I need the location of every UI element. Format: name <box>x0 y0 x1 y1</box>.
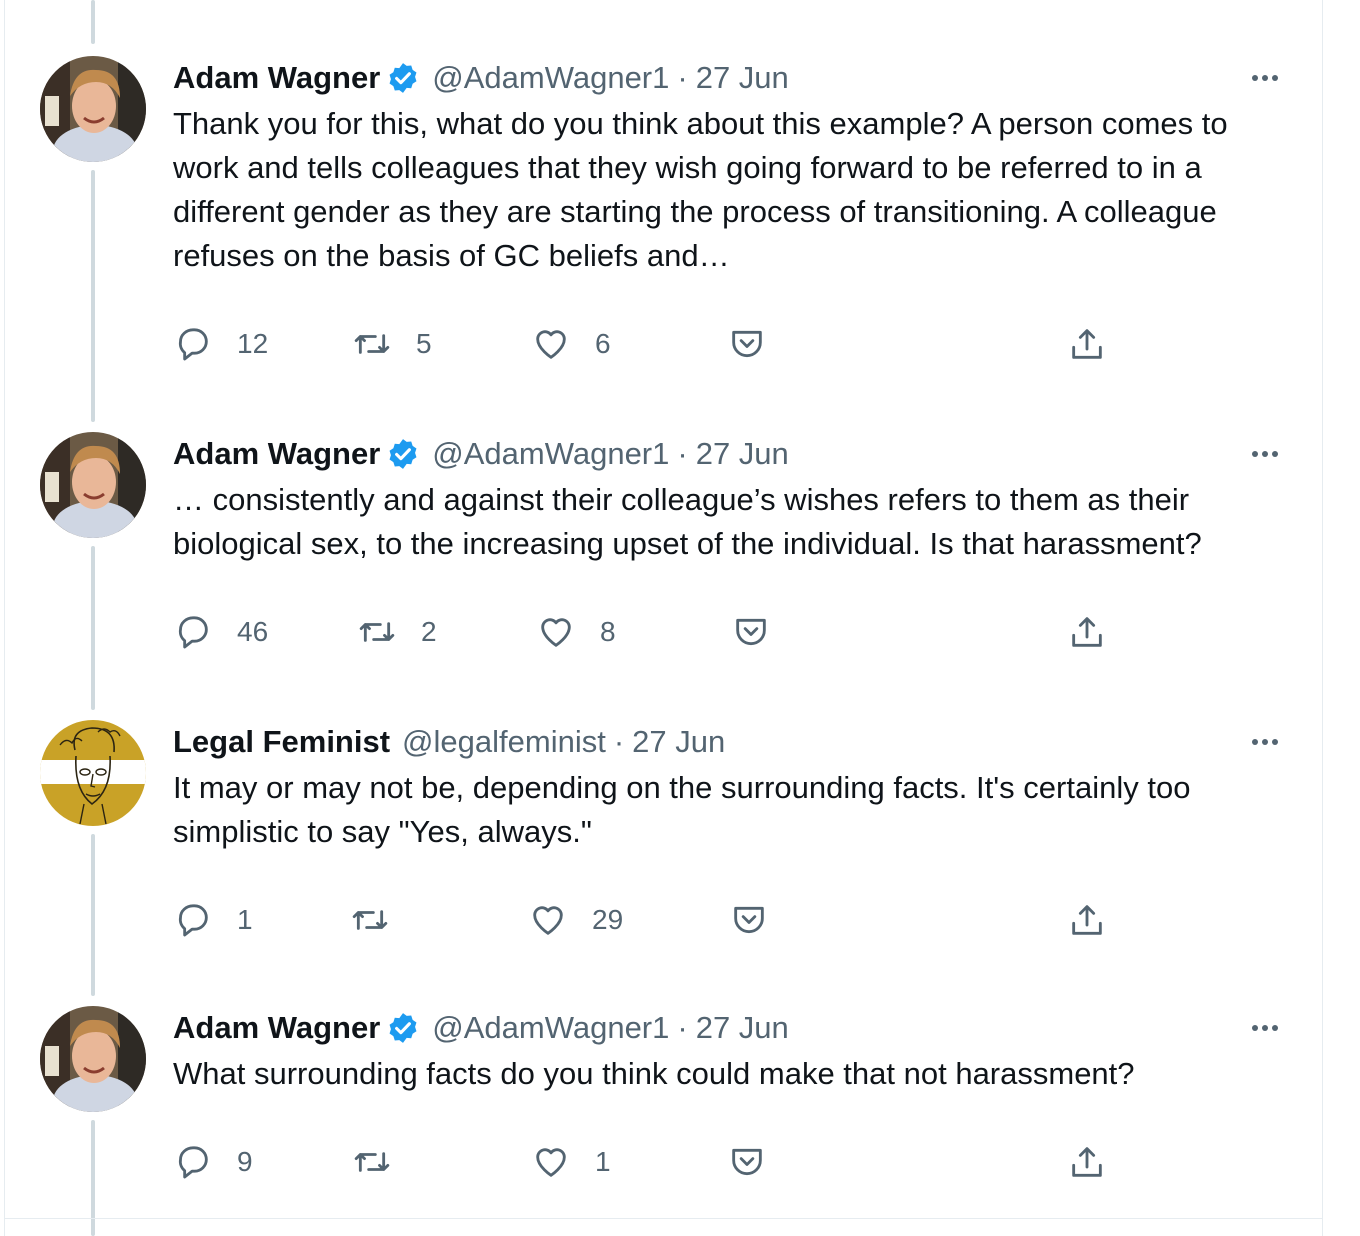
display-name[interactable]: Legal Feminist <box>173 724 390 760</box>
display-name[interactable]: Adam Wagner <box>173 1010 380 1046</box>
share-button[interactable] <box>1067 1140 1107 1184</box>
share-upload-icon <box>1067 900 1107 940</box>
timeline-divider <box>4 1218 1323 1219</box>
verified-badge-icon <box>386 1011 420 1045</box>
like-button[interactable]: 29 <box>528 898 623 942</box>
retweet-button[interactable]: 2 <box>357 610 437 654</box>
save-button[interactable] <box>729 898 769 942</box>
separator-dot: · <box>613 724 625 759</box>
retweet-icon <box>352 1142 392 1182</box>
tweet-date[interactable]: 27 Jun <box>696 1010 789 1046</box>
tweet-actions: 9 1 <box>0 1140 1322 1184</box>
reply-button[interactable]: 1 <box>173 898 253 942</box>
share-upload-icon <box>1067 324 1107 364</box>
save-button[interactable] <box>727 322 767 366</box>
save-button[interactable] <box>731 610 771 654</box>
save-button[interactable] <box>727 1140 767 1184</box>
speech-bubble-icon <box>173 1142 213 1182</box>
tweet-actions: 1 29 <box>0 898 1322 942</box>
user-handle[interactable]: @AdamWagner1 <box>432 436 669 472</box>
reply-count: 1 <box>237 904 253 935</box>
tweet-text: It may or may not be, depending on the s… <box>173 770 1191 849</box>
heart-icon <box>528 900 568 940</box>
more-dots-icon[interactable] <box>1243 64 1287 92</box>
separator-dot: · <box>677 60 688 95</box>
tweet-actions: 12 5 6 <box>0 322 1322 366</box>
pocket-save-icon <box>731 612 771 652</box>
like-button[interactable]: 6 <box>531 322 611 366</box>
tweet-date[interactable]: 27 Jun <box>696 60 789 96</box>
share-button[interactable] <box>1067 322 1107 366</box>
tweet-date[interactable]: 27 Jun <box>632 724 725 760</box>
speech-bubble-icon <box>173 900 213 940</box>
user-handle[interactable]: @legalfeminist <box>402 724 606 760</box>
timeline-border-right <box>1322 0 1323 1236</box>
like-button[interactable]: 1 <box>531 1140 611 1184</box>
retweet-button[interactable]: 5 <box>352 322 432 366</box>
tweet-text: What surrounding facts do you think coul… <box>173 1056 1135 1091</box>
pocket-save-icon <box>727 1142 767 1182</box>
share-button[interactable] <box>1067 610 1107 654</box>
avatar[interactable] <box>40 720 146 826</box>
reply-button[interactable]: 46 <box>173 610 268 654</box>
retweet-icon <box>357 612 397 652</box>
retweet-icon <box>352 324 392 364</box>
tweet-date[interactable]: 27 Jun <box>696 436 789 472</box>
more-dots-icon[interactable] <box>1243 728 1287 756</box>
tweet-header: Adam Wagner @AdamWagner1 · 27 Jun <box>173 56 789 100</box>
reply-count: 46 <box>237 616 269 647</box>
heart-icon <box>531 1142 571 1182</box>
thread-line <box>91 0 95 44</box>
like-button[interactable]: 8 <box>536 610 616 654</box>
speech-bubble-icon <box>173 324 213 364</box>
share-button[interactable] <box>1067 898 1107 942</box>
pocket-save-icon <box>729 900 769 940</box>
tweet-text: … consistently and against their colleag… <box>173 482 1202 561</box>
tweet-header: Adam Wagner @AdamWagner1 · 27 Jun <box>173 432 789 476</box>
tweet-header: Legal Feminist @legalfeminist · 27 Jun <box>173 720 725 764</box>
display-name[interactable]: Adam Wagner <box>173 60 380 96</box>
retweet-button[interactable] <box>352 1140 392 1184</box>
separator-dot: · <box>677 1010 688 1045</box>
avatar[interactable] <box>40 56 146 162</box>
tweet-text: Thank you for this, what do you think ab… <box>173 106 1228 273</box>
reply-count: 12 <box>237 328 269 359</box>
more-dots-icon[interactable] <box>1243 440 1287 468</box>
user-handle[interactable]: @AdamWagner1 <box>432 60 669 96</box>
like-count: 1 <box>595 1146 611 1177</box>
avatar[interactable] <box>40 432 146 538</box>
heart-icon <box>531 324 571 364</box>
retweet-count: 5 <box>416 328 432 359</box>
reply-count: 9 <box>237 1146 253 1177</box>
tweet-actions: 46 2 8 <box>0 610 1322 654</box>
thread-line <box>91 170 95 422</box>
retweet-count: 2 <box>421 616 437 647</box>
speech-bubble-icon <box>173 612 213 652</box>
share-upload-icon <box>1067 1142 1107 1182</box>
display-name[interactable]: Adam Wagner <box>173 436 380 472</box>
retweet-button[interactable] <box>350 898 390 942</box>
verified-badge-icon <box>386 437 420 471</box>
avatar[interactable] <box>40 1006 146 1112</box>
heart-icon <box>536 612 576 652</box>
verified-badge-icon <box>386 61 420 95</box>
retweet-icon <box>350 900 390 940</box>
tweet-header: Adam Wagner @AdamWagner1 · 27 Jun <box>173 1006 789 1050</box>
more-dots-icon[interactable] <box>1243 1014 1287 1042</box>
user-handle[interactable]: @AdamWagner1 <box>432 1010 669 1046</box>
separator-dot: · <box>677 436 688 471</box>
pocket-save-icon <box>727 324 767 364</box>
like-count: 8 <box>600 616 616 647</box>
reply-button[interactable]: 9 <box>173 1140 253 1184</box>
reply-button[interactable]: 12 <box>173 322 268 366</box>
share-upload-icon <box>1067 612 1107 652</box>
like-count: 29 <box>592 904 624 935</box>
like-count: 6 <box>595 328 611 359</box>
